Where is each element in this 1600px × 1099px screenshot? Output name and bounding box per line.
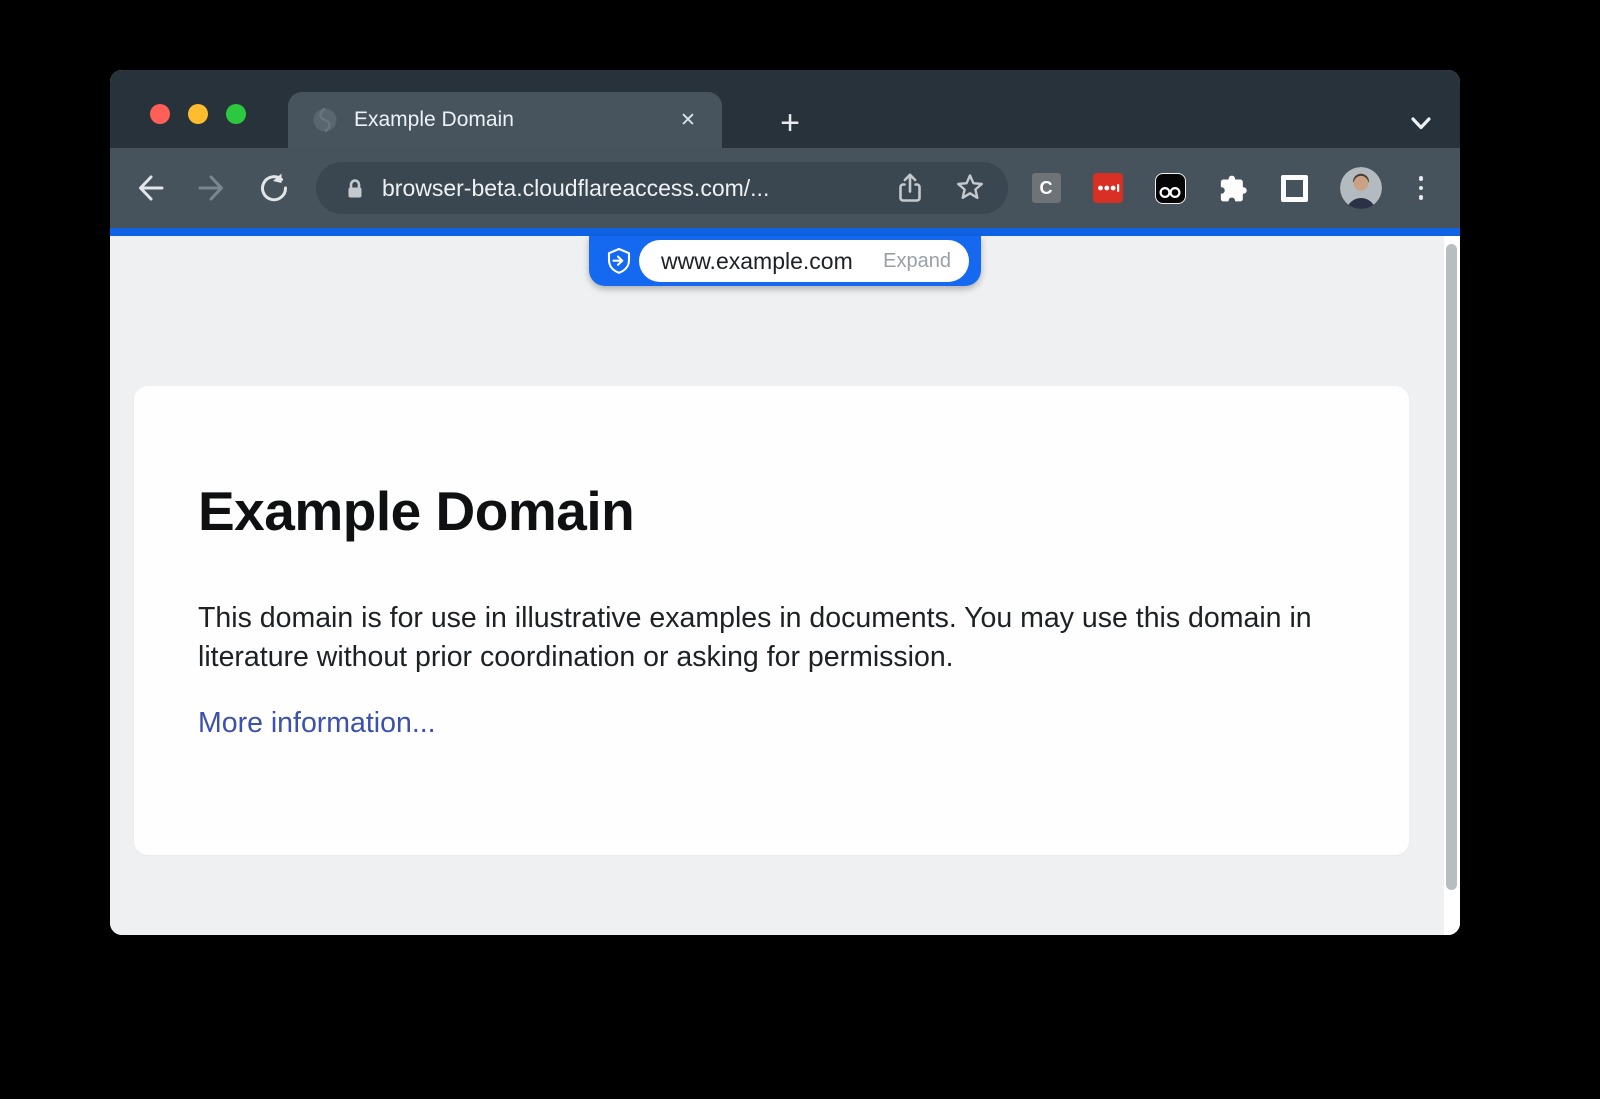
tab-strip: Example Domain ✕ + bbox=[110, 70, 1460, 148]
minimize-window-button[interactable] bbox=[188, 104, 208, 124]
more-information-link[interactable]: More information... bbox=[198, 707, 436, 740]
forward-button[interactable] bbox=[192, 168, 232, 208]
reload-button[interactable] bbox=[254, 168, 294, 208]
window-controls bbox=[150, 104, 246, 124]
scrollbar-thumb[interactable] bbox=[1446, 244, 1457, 890]
tab-title: Example Domain bbox=[354, 108, 674, 132]
back-button[interactable] bbox=[130, 168, 170, 208]
content-card: Example Domain This domain is for use in… bbox=[134, 386, 1409, 855]
fullscreen-window-button[interactable] bbox=[226, 104, 246, 124]
close-window-button[interactable] bbox=[150, 104, 170, 124]
url-text: browser-beta.cloudflareaccess.com/... bbox=[382, 175, 868, 202]
globe-favicon-icon bbox=[312, 107, 338, 133]
tab-example-domain[interactable]: Example Domain ✕ bbox=[288, 92, 722, 148]
share-icon[interactable] bbox=[892, 170, 928, 206]
remote-domain-text: www.example.com bbox=[661, 248, 867, 275]
extension-c-icon[interactable]: C bbox=[1030, 172, 1062, 204]
new-tab-button[interactable]: + bbox=[770, 103, 810, 147]
chevron-down-icon[interactable] bbox=[1408, 110, 1434, 136]
expand-button[interactable]: Expand bbox=[883, 250, 951, 273]
extension-red-dots-icon[interactable] bbox=[1092, 172, 1124, 204]
page-title: Example Domain bbox=[198, 480, 1345, 543]
profile-avatar[interactable] bbox=[1340, 167, 1382, 209]
remote-url-field[interactable]: www.example.com Expand bbox=[639, 240, 969, 282]
side-panel-frame-icon[interactable] bbox=[1278, 172, 1310, 204]
bookmark-star-icon[interactable] bbox=[952, 170, 988, 206]
desktop-background: { "tab": { "title": "Example Domain" }, … bbox=[0, 0, 1600, 1099]
shield-arrow-icon bbox=[599, 246, 639, 276]
browser-window: Example Domain ✕ + bbox=[110, 70, 1460, 935]
url-bar[interactable]: browser-beta.cloudflareaccess.com/... bbox=[316, 162, 1008, 214]
extensions-puzzle-icon[interactable] bbox=[1216, 172, 1248, 204]
page-paragraph: This domain is for use in illustrative e… bbox=[198, 599, 1345, 677]
toolbar: browser-beta.cloudflareaccess.com/... C bbox=[110, 148, 1460, 228]
scrollbar-track[interactable] bbox=[1444, 236, 1460, 935]
lock-icon[interactable] bbox=[342, 175, 368, 201]
page-content: www.example.com Expand Example Domain Th… bbox=[110, 236, 1460, 935]
remote-domain-overlay[interactable]: www.example.com Expand bbox=[589, 236, 981, 286]
browser-menu-icon[interactable] bbox=[1408, 172, 1434, 204]
isolation-accent-bar bbox=[110, 228, 1460, 236]
extension-dark-circles-icon[interactable] bbox=[1154, 172, 1186, 204]
close-tab-icon[interactable]: ✕ bbox=[674, 106, 702, 134]
